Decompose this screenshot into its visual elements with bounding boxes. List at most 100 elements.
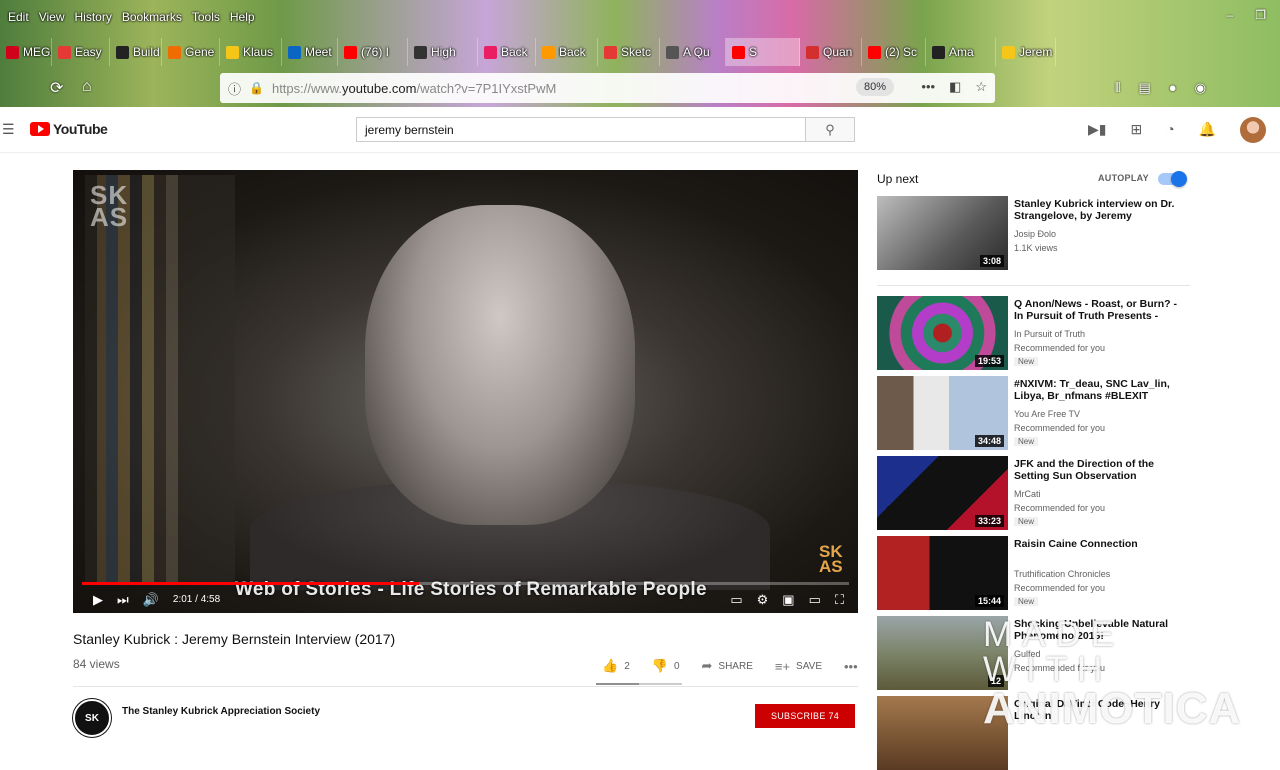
- tab-label: Sketc: [621, 45, 652, 59]
- recommended-channel[interactable]: In Pursuit of Truth: [1014, 329, 1085, 339]
- recommended-video[interactable]: 33:23 JFK and the Direction of the Settin…: [877, 456, 1197, 530]
- menu-item-view[interactable]: View: [39, 10, 65, 24]
- page-actions-icon[interactable]: •••: [921, 79, 935, 95]
- sidebar-icon[interactable]: ▤: [1138, 80, 1150, 96]
- browser-tab[interactable]: A Qu: [660, 38, 726, 66]
- next-icon[interactable]: ⏭: [117, 592, 129, 608]
- minimize-icon[interactable]: –: [1227, 8, 1234, 22]
- channel-avatar[interactable]: SK: [73, 699, 111, 737]
- recommended-video[interactable]: 3:08 Stanley Kubrick interview on Dr. Str…: [877, 196, 1197, 270]
- tab-favicon-icon: [116, 45, 129, 59]
- messages-icon[interactable]: ◔: [1166, 121, 1174, 138]
- account-icon[interactable]: ◉: [1195, 80, 1206, 96]
- pocket-icon[interactable]: ◧: [949, 79, 961, 95]
- menu-item-edit[interactable]: Edit: [8, 10, 29, 24]
- recommended-title[interactable]: #NXIVM: Tr_deau, SNC Lav_lin, Libya, Br_…: [1014, 378, 1184, 402]
- browser-tab[interactable]: Sketc: [598, 38, 660, 66]
- channel-name[interactable]: The Stanley Kubrick Appreciation Society: [122, 706, 320, 717]
- recommended-channel[interactable]: MrCati: [1014, 489, 1041, 499]
- bookmark-star-icon[interactable]: ☆: [975, 79, 987, 95]
- restore-icon[interactable]: ❐: [1255, 8, 1266, 22]
- browser-tab[interactable]: (2) Sc: [862, 38, 926, 66]
- browser-tab[interactable]: Meet: [282, 38, 338, 66]
- browser-tab[interactable]: Jerem: [996, 38, 1056, 66]
- tab-favicon-icon: [6, 45, 19, 59]
- recommended-channel[interactable]: You Are Free TV: [1014, 409, 1080, 419]
- video-thumbnail[interactable]: 33:23: [877, 456, 1008, 530]
- recommended-video[interactable]: 34:48 #NXIVM: Tr_deau, SNC Lav_lin, Libya…: [877, 376, 1197, 450]
- new-badge: New: [1014, 357, 1039, 366]
- browser-tab[interactable]: Build: [110, 38, 162, 66]
- dislike-button[interactable]: 👎 0: [652, 658, 680, 674]
- browser-tab[interactable]: (76) I: [338, 38, 408, 66]
- video-title: Stanley Kubrick : Jeremy Bernstein Inter…: [73, 631, 396, 647]
- recommended-channel[interactable]: Truthification Chronicles: [1014, 569, 1110, 579]
- browser-tab[interactable]: S: [726, 38, 800, 66]
- browser-tab[interactable]: MEGA: [0, 38, 52, 66]
- volume-icon[interactable]: 🔊: [143, 592, 159, 608]
- more-actions-button[interactable]: •••: [844, 659, 858, 674]
- browser-tab[interactable]: Klaus: [220, 38, 282, 66]
- search-button[interactable]: ⚲: [805, 117, 855, 142]
- reload-icon[interactable]: ⟳: [50, 78, 63, 98]
- tab-label: Build: [133, 45, 160, 59]
- youtube-logo[interactable]: YouTube: [30, 121, 108, 137]
- menu-item-tools[interactable]: Tools: [192, 10, 220, 24]
- video-thumbnail[interactable]: 3:08: [877, 196, 1008, 270]
- subtitles-icon[interactable]: ▭: [730, 592, 742, 608]
- theater-mode-icon[interactable]: ▭: [809, 592, 821, 608]
- recommended-channel[interactable]: Josip Đolo: [1014, 229, 1056, 239]
- library-icon[interactable]: ⫴: [1115, 80, 1120, 96]
- browser-tab[interactable]: Quan: [800, 38, 862, 66]
- tab-label: S: [749, 45, 758, 59]
- recommended-title[interactable]: Q Anon/News - Roast, or Burn? - In Pursu…: [1014, 298, 1184, 322]
- browser-tab[interactable]: Gene: [162, 38, 220, 66]
- browser-tab[interactable]: High: [408, 38, 478, 66]
- apps-grid-icon[interactable]: ⊞: [1130, 121, 1142, 138]
- progress-bar[interactable]: [82, 582, 849, 585]
- autoplay-toggle[interactable]: [1158, 171, 1187, 187]
- notifications-bell-icon[interactable]: 🔔: [1199, 121, 1216, 138]
- user-avatar[interactable]: [1240, 117, 1266, 143]
- recommended-meta: Recommended for you: [1014, 423, 1106, 433]
- browser-tab[interactable]: Back: [478, 38, 536, 66]
- tab-favicon-icon: [806, 45, 819, 59]
- menu-hamburger-icon[interactable]: ☰: [2, 121, 15, 138]
- save-button[interactable]: ≡+ SAVE: [775, 659, 822, 674]
- menu-item-history[interactable]: History: [74, 10, 111, 24]
- zoom-level[interactable]: 80%: [856, 78, 895, 96]
- url-bar[interactable]: ⓘ 🔒 https://www.youtube.com/watch?v=7P1I…: [220, 73, 995, 103]
- play-icon[interactable]: ▶: [93, 592, 103, 608]
- like-button[interactable]: 👍 2: [602, 658, 630, 674]
- settings-gear-icon[interactable]: ⚙: [757, 592, 769, 608]
- menu-item-help[interactable]: Help: [230, 10, 255, 24]
- recommended-video[interactable]: 15:44 Raisin Caine Connection Truthificati…: [877, 536, 1197, 610]
- share-button[interactable]: ➦ SHARE: [702, 658, 753, 674]
- tab-favicon-icon: [604, 45, 617, 59]
- recommended-video[interactable]: 19:53 Q Anon/News - Roast, or Burn? - In …: [877, 296, 1197, 370]
- url-text[interactable]: https://www.youtube.com/watch?v=7P1IYxst…: [272, 81, 556, 96]
- tab-favicon-icon: [932, 45, 945, 59]
- fullscreen-icon[interactable]: ⛶: [835, 592, 844, 608]
- create-video-icon[interactable]: ▶▮: [1088, 121, 1106, 138]
- divider: [73, 686, 858, 687]
- info-icon[interactable]: ⓘ: [228, 79, 241, 98]
- tab-favicon-icon: [666, 45, 679, 59]
- time-display: 2:01 / 4:58: [172, 594, 221, 605]
- browser-tab[interactable]: Back: [536, 38, 598, 66]
- browser-tab[interactable]: Easy: [52, 38, 110, 66]
- video-thumbnail[interactable]: 15:44: [877, 536, 1008, 610]
- video-thumbnail[interactable]: 34:48: [877, 376, 1008, 450]
- search-input[interactable]: jeremy bernstein: [356, 117, 806, 142]
- miniplayer-icon[interactable]: ▣: [782, 592, 794, 608]
- video-thumbnail[interactable]: 19:53: [877, 296, 1008, 370]
- subscribe-button[interactable]: SUBSCRIBE 74: [755, 704, 855, 728]
- recommended-title[interactable]: Stanley Kubrick interview on Dr. Strange…: [1014, 198, 1184, 222]
- menu-item-bookmarks[interactable]: Bookmarks: [122, 10, 182, 24]
- recommended-title[interactable]: Raisin Caine Connection: [1014, 538, 1184, 550]
- view-count: 84 views: [73, 657, 120, 671]
- browser-tab[interactable]: Ama: [926, 38, 996, 66]
- home-icon[interactable]: ⌂: [82, 78, 92, 96]
- recommended-title[interactable]: JFK and the Direction of the Setting Sun…: [1014, 458, 1184, 482]
- extension-icon[interactable]: ●: [1169, 80, 1177, 96]
